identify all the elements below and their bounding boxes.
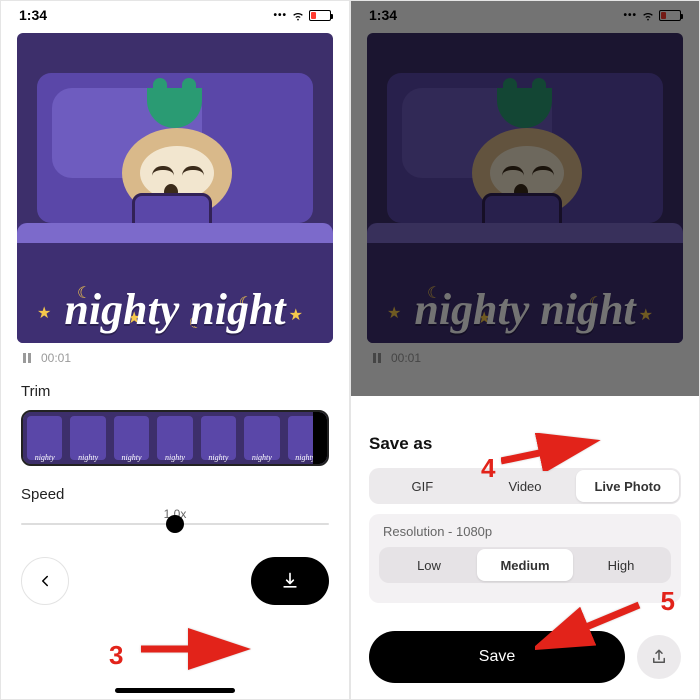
trim-handle-right[interactable]: [313, 412, 327, 464]
status-icons: •••: [623, 10, 681, 21]
action-row: [1, 535, 349, 627]
phone-right: 1:34 ••• ★ ☾ ★ ☾ ★ nighty night: [350, 0, 700, 700]
save-row: Save: [369, 631, 681, 683]
media-caption: nighty night: [17, 291, 333, 328]
cellular-icon: •••: [623, 10, 637, 21]
resolution-label: Resolution - 1080p: [379, 524, 671, 539]
player-timestamp: 00:01: [391, 351, 421, 365]
speed-label: Speed: [21, 486, 329, 503]
quality-medium[interactable]: Medium: [477, 549, 573, 581]
media-preview: ★ ☾ ★ ☾ ★ nighty night: [367, 33, 683, 343]
pause-icon[interactable]: [23, 353, 33, 363]
arrow-left-icon: [36, 572, 54, 590]
format-live-photo[interactable]: Live Photo: [576, 470, 679, 502]
format-segmented-control: GIF Video Live Photo: [369, 468, 681, 504]
save-sheet: Save as GIF Video Live Photo Resolution …: [351, 414, 699, 699]
status-bar: 1:34 •••: [351, 1, 699, 29]
resolution-block: Resolution - 1080p Low Medium High: [369, 514, 681, 603]
trim-section: Trim nighty nighty nighty nighty nighty …: [1, 373, 349, 472]
format-video[interactable]: Video: [474, 470, 577, 502]
annotation-number-3: 3: [109, 640, 123, 670]
share-icon: [650, 648, 668, 666]
status-icons: •••: [273, 10, 331, 21]
quality-high[interactable]: High: [573, 549, 669, 581]
home-indicator: [115, 688, 235, 693]
battery-icon: [659, 10, 681, 21]
pause-icon[interactable]: [373, 353, 383, 363]
save-title: Save as: [369, 434, 681, 454]
media-preview: ★ ☾ ★ ☾ ★ ☾ nighty night: [17, 33, 333, 343]
media-caption: nighty night: [367, 291, 683, 328]
download-icon: [280, 571, 300, 591]
player-bar: 00:01: [351, 343, 699, 373]
phone-left: 1:34 ••• ★ ☾ ★ ☾ ★ ☾ nighty nigh: [0, 0, 350, 700]
status-time: 1:34: [369, 7, 397, 23]
speed-knob[interactable]: [166, 515, 184, 533]
wifi-icon: [291, 10, 305, 20]
download-button[interactable]: [251, 557, 329, 605]
battery-icon: [309, 10, 331, 21]
speed-section: Speed 1.0x: [1, 472, 349, 535]
quality-low[interactable]: Low: [381, 549, 477, 581]
speed-slider[interactable]: [21, 523, 329, 525]
trim-strip[interactable]: nighty nighty nighty nighty nighty night…: [21, 410, 329, 466]
sloth-illustration: ★ ☾ ★ ☾ ★ ☾ nighty night: [17, 33, 333, 343]
format-gif[interactable]: GIF: [371, 470, 474, 502]
cellular-icon: •••: [273, 10, 287, 21]
sloth-illustration: ★ ☾ ★ ☾ ★ nighty night: [367, 33, 683, 343]
player-timestamp: 00:01: [41, 351, 71, 365]
status-time: 1:34: [19, 7, 47, 23]
back-button[interactable]: [21, 557, 69, 605]
trim-label: Trim: [21, 383, 329, 400]
share-button[interactable]: [637, 635, 681, 679]
annotation-arrow-3: [141, 627, 251, 671]
annotation-step3: 3: [109, 640, 123, 671]
quality-segmented-control: Low Medium High: [379, 547, 671, 583]
status-bar: 1:34 •••: [1, 1, 349, 29]
player-bar: 00:01: [1, 343, 349, 373]
save-button[interactable]: Save: [369, 631, 625, 683]
wifi-icon: [641, 10, 655, 20]
